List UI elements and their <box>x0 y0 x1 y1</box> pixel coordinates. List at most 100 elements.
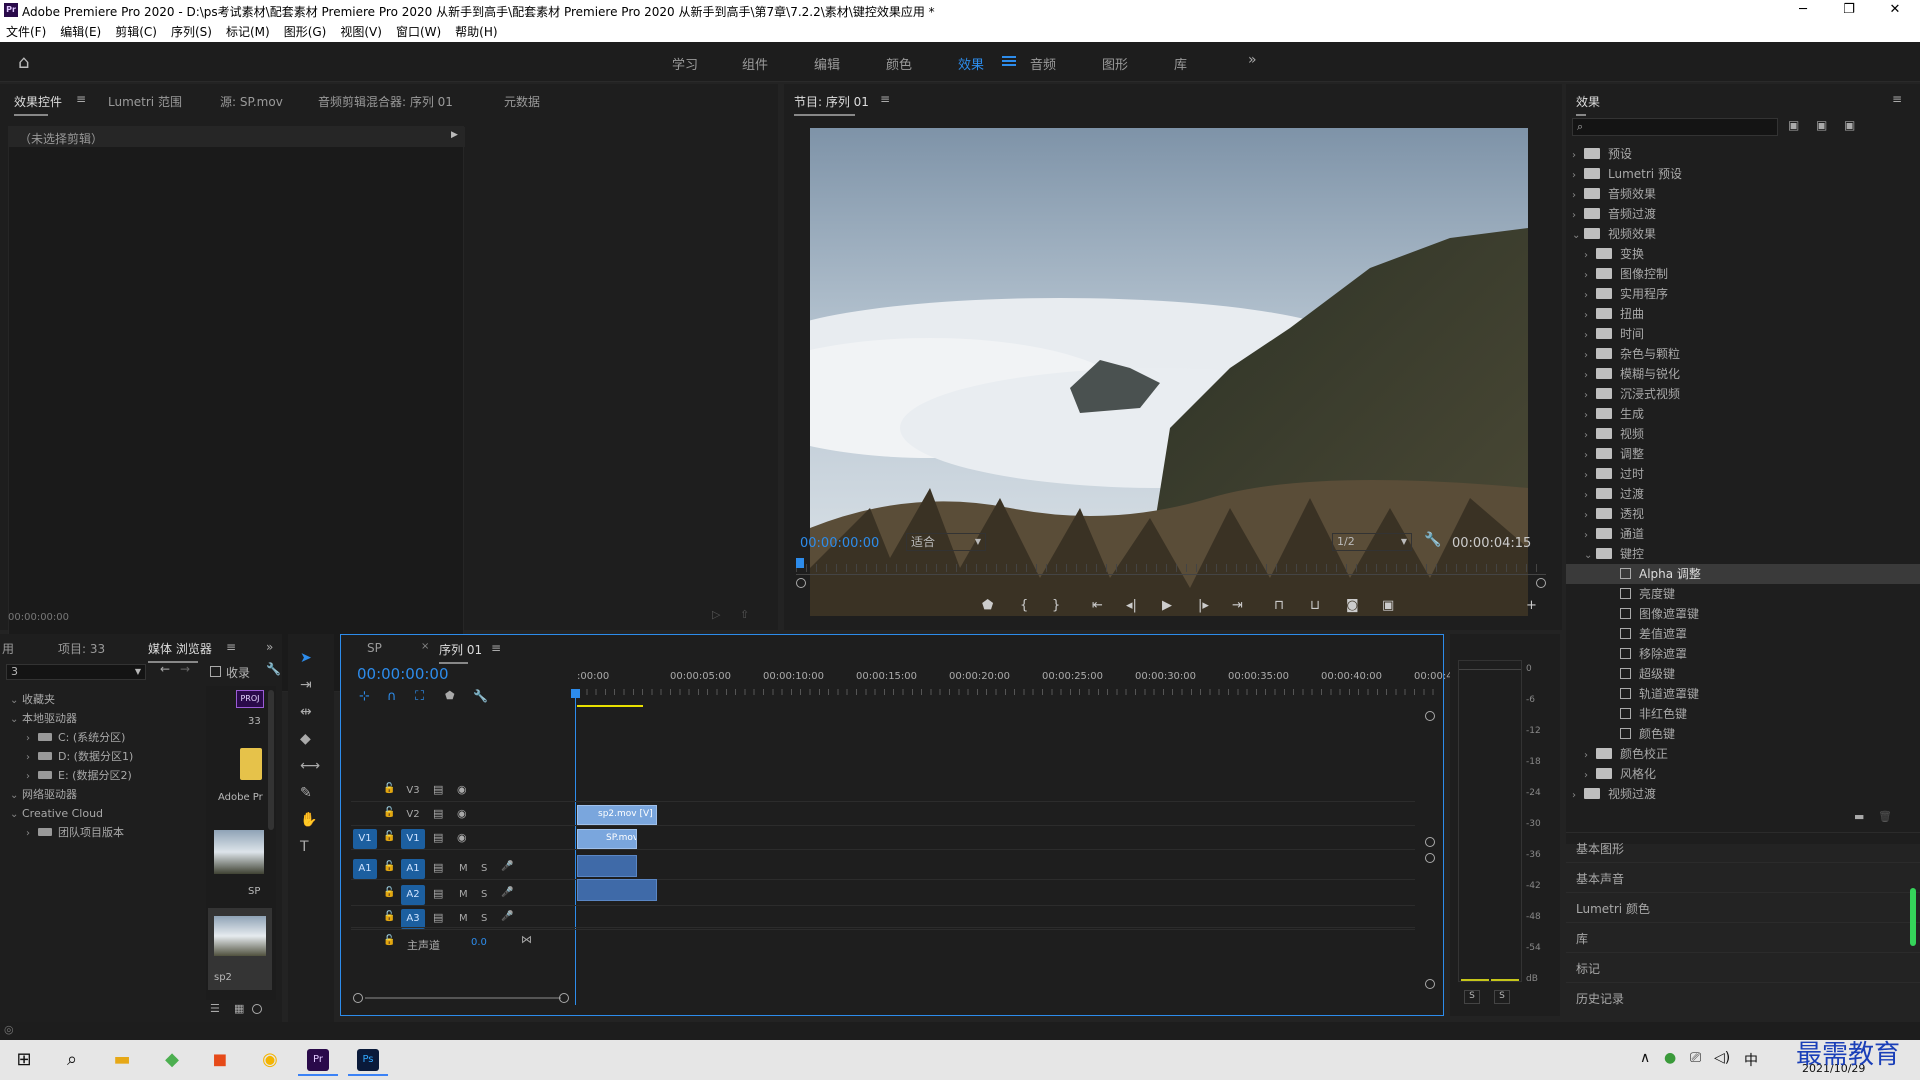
lock-icon[interactable]: 🔓 <box>383 935 395 946</box>
workspace-menu-icon[interactable] <box>1002 56 1016 58</box>
project-tree-item[interactable]: › D: (数据分区1) <box>0 747 204 766</box>
file-explorer-icon[interactable]: ▬ <box>102 1044 142 1076</box>
workspace-tab-4[interactable]: 效果 <box>958 54 984 73</box>
sync-lock-icon[interactable]: ▤ <box>433 807 443 820</box>
tray-chevron-icon[interactable]: ∧ <box>1640 1050 1650 1066</box>
office-icon[interactable]: ◼ <box>200 1044 240 1076</box>
effects-item[interactable]: › Lumetri 预设 <box>1566 164 1920 184</box>
track-label-a1[interactable]: A1 <box>401 859 425 879</box>
effects-item[interactable]: 图像遮罩键 <box>1566 604 1920 624</box>
voice-over-mic-icon[interactable]: 🎤 <box>501 911 513 922</box>
sync-lock-icon[interactable]: ▤ <box>433 861 443 874</box>
list-view-icon[interactable]: ☰ <box>210 1002 220 1015</box>
minimize-button[interactable]: ─ <box>1780 0 1826 22</box>
menu-item-4[interactable]: 标记(M) <box>226 22 270 42</box>
type-tool-icon[interactable]: T <box>300 839 309 855</box>
video-scroll-bottom[interactable] <box>1425 837 1435 847</box>
slip-tool-icon[interactable]: ⟷ <box>300 758 320 774</box>
right-panel-section-5[interactable]: 历史记录 <box>1576 990 1624 1007</box>
voice-over-mic-icon[interactable]: 🎤 <box>501 861 513 872</box>
export-frame-icon[interactable]: ◙ <box>1346 598 1359 613</box>
timeline-tab-sp[interactable]: SP <box>367 641 382 655</box>
program-ruler[interactable] <box>796 564 1546 572</box>
effects-item[interactable]: › 时间 <box>1566 324 1920 344</box>
effects-item[interactable]: 轨道遮罩键 <box>1566 684 1920 704</box>
menu-item-5[interactable]: 图形(G) <box>284 22 327 42</box>
track-label-a3[interactable]: A3 <box>401 909 425 929</box>
thumbnail-size-slider[interactable] <box>252 1004 262 1014</box>
play-icon[interactable]: ▶ <box>1162 598 1172 613</box>
snap-magnet-icon[interactable]: ∩ <box>387 689 397 704</box>
go-to-out-icon[interactable]: ⇥ <box>1232 598 1243 613</box>
nest-sequence-icon[interactable]: ⊹ <box>359 689 370 704</box>
effects-item[interactable]: › 视频过渡 <box>1566 784 1920 804</box>
effects-search-input[interactable]: ⌕ <box>1572 118 1778 136</box>
effects-item[interactable]: 移除遮罩 <box>1566 644 1920 664</box>
workspace-tab-3[interactable]: 颜色 <box>886 54 912 73</box>
lock-icon[interactable]: 🔓 <box>383 861 395 872</box>
sync-lock-icon[interactable]: ▤ <box>433 887 443 900</box>
add-marker-icon[interactable]: ⬟ <box>982 598 993 613</box>
effects-item[interactable]: › 生成 <box>1566 404 1920 424</box>
audio-scroll-bottom[interactable] <box>1425 979 1435 989</box>
location-dropdown[interactable]: 3 ▼ <box>6 664 146 680</box>
work-area-bar[interactable] <box>577 705 643 707</box>
effects-item[interactable]: Alpha 调整 <box>1566 564 1920 584</box>
source-panel-tab-2[interactable]: 源: SP.mov <box>220 93 283 110</box>
clip-sp2-video[interactable]: sp2.mov [V] <box>577 805 657 825</box>
track-label-v1[interactable]: V1 <box>401 829 425 849</box>
mute-button[interactable]: M <box>459 863 468 874</box>
panel-menu-icon[interactable]: ≡ <box>491 641 501 655</box>
project-tab-1[interactable]: 项目: 33 <box>58 640 105 657</box>
effects-item[interactable]: › 音频效果 <box>1566 184 1920 204</box>
clip-sp2-audio[interactable] <box>577 879 657 901</box>
fit-dropdown[interactable]: 适合 ▼ <box>906 533 986 551</box>
input-method-label[interactable]: 中 <box>1744 1050 1758 1070</box>
workspace-tab-0[interactable]: 学习 <box>672 54 698 73</box>
right-panel-section-2[interactable]: Lumetri 颜色 <box>1576 900 1650 917</box>
effects-item[interactable]: › 视频 <box>1566 424 1920 444</box>
source-patch-v1[interactable]: V1 <box>353 829 377 849</box>
project-tree-item[interactable]: › 团队项目版本 <box>0 823 204 842</box>
ruler-ticks[interactable] <box>577 689 1437 695</box>
workspace-tab-5[interactable]: 音频 <box>1030 54 1056 73</box>
effects-item[interactable]: › 调整 <box>1566 444 1920 464</box>
panel-menu-icon[interactable]: ≡ <box>1892 92 1902 106</box>
volume-icon[interactable]: ◁) <box>1714 1050 1730 1066</box>
project-tab-0[interactable]: 用 <box>2 640 14 657</box>
effects-item[interactable]: › 通道 <box>1566 524 1920 544</box>
insert-icon[interactable]: ⊓ <box>1274 598 1284 613</box>
timeline-timecode[interactable]: 00:00:00:00 <box>357 665 449 683</box>
menu-item-7[interactable]: 窗口(W) <box>396 22 441 42</box>
lock-icon[interactable]: 🔓 <box>383 911 395 922</box>
video-scroll-top[interactable] <box>1425 711 1435 721</box>
solo-button[interactable]: S <box>481 913 487 924</box>
effects-item[interactable]: › 沉浸式视频 <box>1566 384 1920 404</box>
clip-sp-audio[interactable] <box>577 855 637 877</box>
track-label-v2[interactable]: V2 <box>401 805 425 825</box>
sp-thumbnail[interactable] <box>214 830 264 874</box>
photoshop-taskbar-icon[interactable]: Ps <box>348 1044 388 1076</box>
home-icon[interactable]: ⌂ <box>18 52 29 73</box>
project-tree-item[interactable]: ⌄ 本地驱动器 <box>0 709 204 728</box>
zoom-handle-right[interactable] <box>1536 578 1546 588</box>
program-playhead[interactable] <box>796 558 804 568</box>
menu-item-1[interactable]: 编辑(E) <box>60 22 101 42</box>
step-back-icon[interactable]: ◂| <box>1126 598 1137 613</box>
lock-icon[interactable]: 🔓 <box>383 831 395 842</box>
effects-item[interactable]: 差值遮罩 <box>1566 624 1920 644</box>
effects-item[interactable]: 非红色键 <box>1566 704 1920 724</box>
add-marker-icon[interactable]: ⬟ <box>445 689 455 702</box>
overwrite-icon[interactable]: ⊔ <box>1310 598 1320 613</box>
effects-item[interactable]: › 模糊与锐化 <box>1566 364 1920 384</box>
compare-view-icon[interactable]: ▣ <box>1382 598 1394 613</box>
mute-button[interactable]: M <box>459 889 468 900</box>
tray-app-icon[interactable]: ● <box>1664 1050 1676 1066</box>
add-button-icon[interactable]: + <box>1526 598 1537 613</box>
lock-icon[interactable]: 🔓 <box>383 807 395 818</box>
selection-tool-icon[interactable]: ➤ <box>300 650 312 666</box>
more-workspaces-icon[interactable]: » <box>1248 52 1257 68</box>
menu-item-6[interactable]: 视图(V) <box>340 22 382 42</box>
linked-selection-icon[interactable]: ⛶ <box>415 689 424 704</box>
right-panel-section-1[interactable]: 基本声音 <box>1576 870 1624 887</box>
